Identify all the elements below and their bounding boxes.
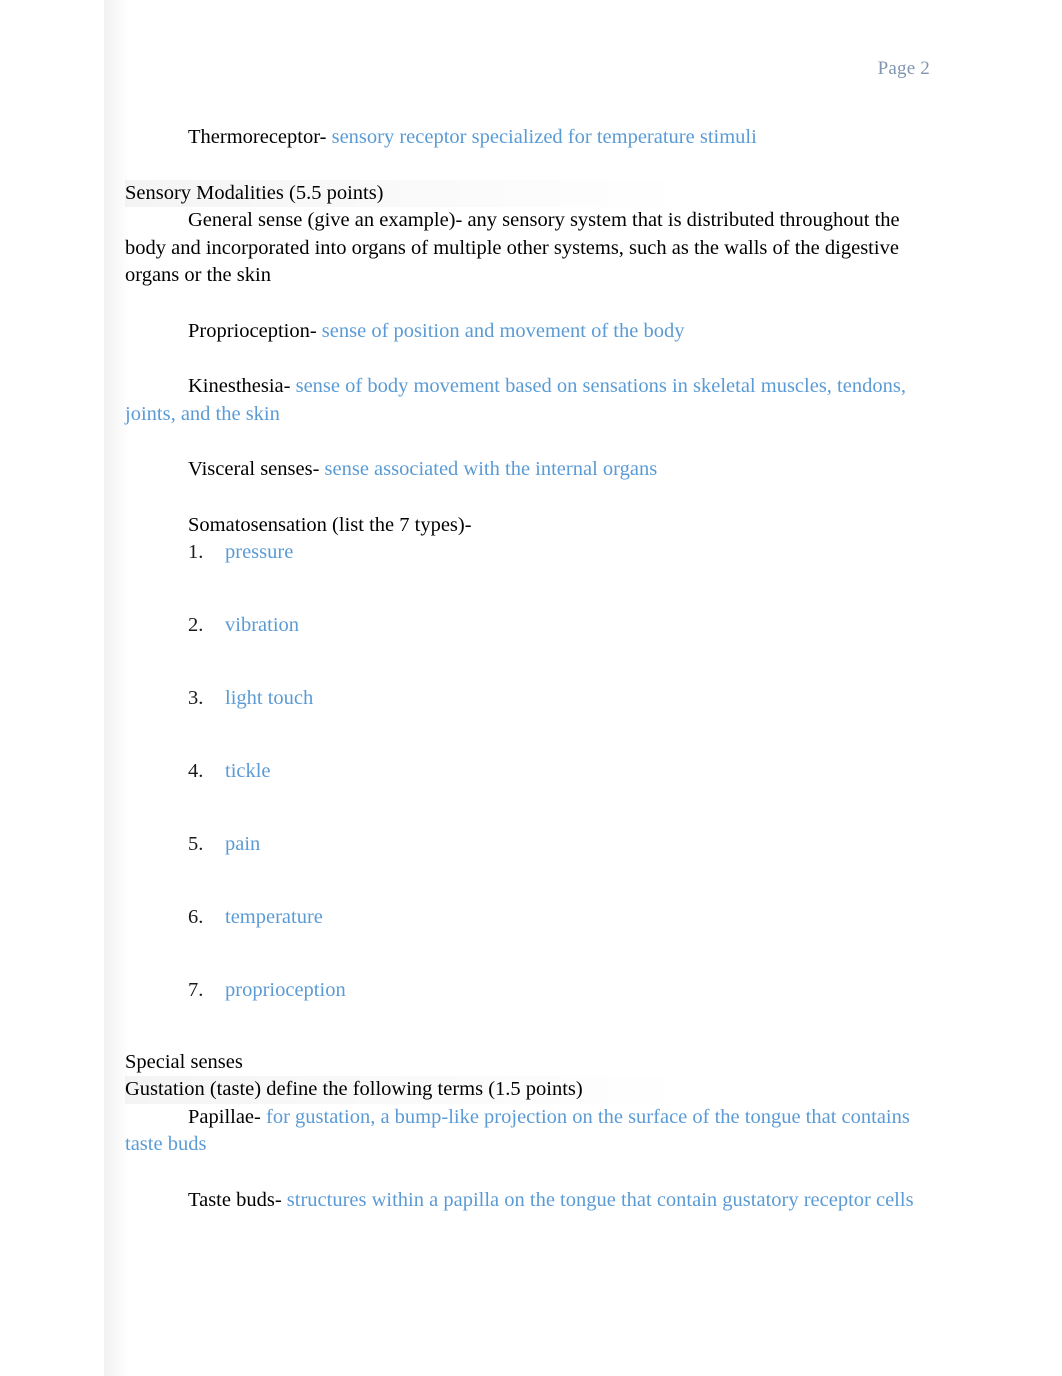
document-page: Page 2 Thermoreceptor- sensory receptor … (0, 0, 1062, 1376)
list-item-number: 5. (188, 833, 204, 855)
term-thermoreceptor: Thermoreceptor- (188, 126, 327, 148)
entry-kinesthesia: Kinesthesia- sense of body movement base… (125, 373, 930, 428)
page-header: Page 2 (125, 58, 930, 80)
entry-visceral-senses: Visceral senses- sense associated with t… (125, 456, 930, 484)
heading-special-senses: Special senses (125, 1050, 243, 1073)
list-item-label: proprioception (225, 979, 346, 1001)
definition-proprioception: sense of position and movement of the bo… (316, 319, 685, 342)
somatosensation-list: 1. pressure 2. vibration 3. light touch 4. tick… (125, 539, 930, 1005)
entry-proprioception: Proprioception- sense of position and mo… (125, 318, 930, 346)
page-number-label: Page 2 (877, 58, 930, 79)
list-item: 4. tickle (125, 758, 930, 831)
term-proprioception: Proprioception- (188, 319, 317, 342)
heading-sensory-modalities: Sensory Modalities (5.5 points) (125, 179, 930, 207)
entry-papillae: Papillae- for gustation, a bump-like pro… (125, 1104, 930, 1159)
list-item: 3. light touch (125, 685, 930, 758)
list-item-label: temperature (225, 906, 323, 928)
list-item: 2. vibration (125, 612, 930, 685)
heading-gustation: Gustation (taste) define the following t… (125, 1076, 930, 1104)
list-item-number: 3. (188, 687, 204, 709)
heading-somatosensation-label: Somatosensation (list the 7 types)- (188, 513, 472, 536)
entry-general-sense: General sense (give an example)- any sen… (125, 207, 930, 290)
entry-taste-buds: Taste buds- structures within a papilla … (125, 1187, 930, 1215)
list-item: 7. proprioception (125, 977, 930, 1005)
definition-thermoreceptor: sensory receptor specialized for tempera… (326, 126, 757, 148)
definition-general-sense: General sense (give an example)- any sen… (125, 209, 900, 286)
entry-thermoreceptor: Thermoreceptor- sensory receptor special… (125, 124, 930, 152)
list-item-label: pain (225, 833, 261, 855)
term-papillae: Papillae- (188, 1105, 261, 1128)
list-item: 5. pain (125, 831, 930, 904)
document-body: Thermoreceptor- sensory receptor special… (125, 124, 930, 1214)
definition-taste-buds: structures within a papilla on the tongu… (281, 1188, 914, 1211)
list-item-number: 7. (188, 979, 204, 1001)
heading-somatosensation: Somatosensation (list the 7 types)- (125, 512, 930, 540)
list-item-label: tickle (225, 760, 271, 782)
definition-visceral-senses: sense associated with the internal organ… (319, 458, 658, 480)
term-visceral-senses: Visceral senses- (188, 458, 320, 480)
list-item-label: light touch (225, 687, 314, 709)
term-taste-buds: Taste buds- (188, 1188, 282, 1211)
list-item-number: 6. (188, 906, 204, 928)
list-item: 1. pressure (125, 539, 930, 612)
list-item-label: pressure (225, 541, 294, 563)
list-item: 6. temperature (125, 904, 930, 977)
term-kinesthesia: Kinesthesia- (188, 375, 291, 397)
list-item-number: 1. (188, 541, 204, 563)
list-item-label: vibration (225, 614, 300, 636)
list-item-number: 4. (188, 760, 204, 782)
list-item-number: 2. (188, 614, 204, 636)
